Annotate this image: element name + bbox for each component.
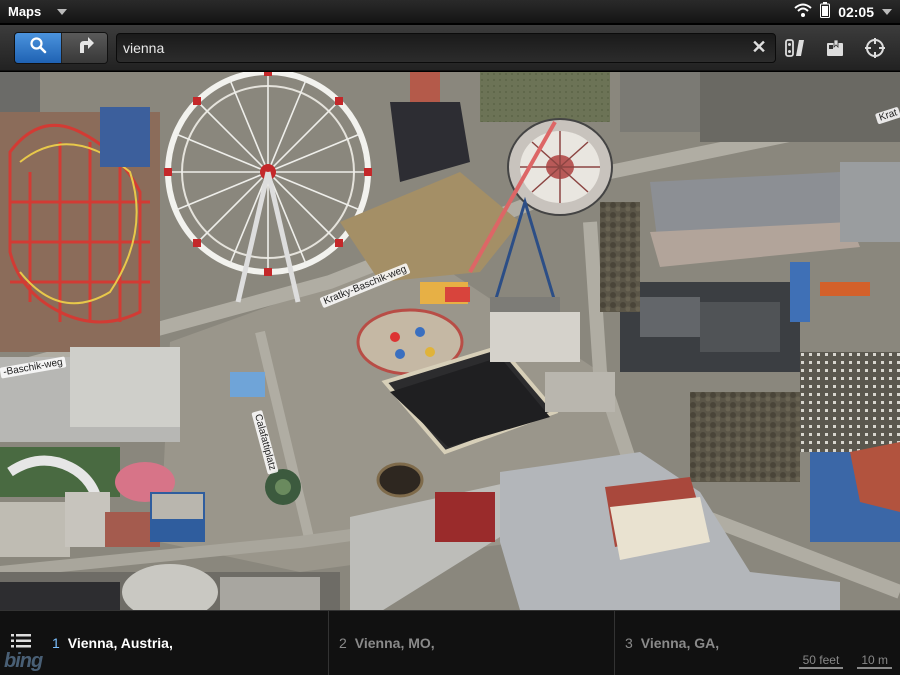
- system-status[interactable]: 02:05: [794, 2, 892, 21]
- result-number: 3: [625, 635, 633, 651]
- aerial-imagery: [0, 72, 900, 610]
- result-item[interactable]: 2 Vienna, MO,: [328, 610, 614, 675]
- chevron-down-icon: [57, 8, 68, 15]
- traffic-icon[interactable]: [784, 37, 806, 59]
- directions-icon: [75, 35, 95, 60]
- bing-logo: bing: [4, 650, 43, 672]
- app-menu[interactable]: Maps: [8, 4, 68, 19]
- app-name: Maps: [8, 4, 42, 19]
- chevron-down-icon: [882, 8, 892, 15]
- battery-icon: [820, 2, 831, 21]
- map-scale: 50 feet 10 m: [798, 653, 892, 669]
- search-results-bar: 1 Vienna, Austria, 2 Vienna, MO, 3 Vienn…: [0, 610, 900, 675]
- result-item[interactable]: 1 Vienna, Austria,: [42, 611, 328, 675]
- scale-meters: 10 m: [857, 653, 892, 669]
- scale-feet: 50 feet: [798, 653, 844, 669]
- map-view[interactable]: Kratky-Baschik-weg -Baschik-weg Calafatt…: [0, 72, 900, 610]
- toolbar: ✕: [0, 25, 900, 71]
- toolbar-actions: [784, 37, 886, 59]
- clock: 02:05: [838, 3, 874, 20]
- result-number: 2: [339, 635, 347, 651]
- map-layers-icon[interactable]: [824, 37, 846, 59]
- clear-icon[interactable]: ✕: [749, 37, 769, 58]
- wifi-icon: [794, 3, 812, 20]
- search-icon: [29, 36, 47, 59]
- mode-toggle: [14, 31, 108, 64]
- search-field[interactable]: ✕: [116, 32, 776, 63]
- status-bar: Maps 02:05: [0, 0, 900, 24]
- search-mode-button[interactable]: [15, 32, 61, 63]
- directions-mode-button[interactable]: [61, 32, 107, 63]
- result-number: 1: [52, 635, 60, 651]
- locate-me-icon[interactable]: [864, 37, 886, 59]
- search-input[interactable]: [123, 39, 749, 56]
- result-label: Vienna, Austria,: [67, 635, 173, 651]
- result-label: Vienna, GA,: [640, 635, 720, 651]
- result-label: Vienna, MO,: [354, 635, 435, 651]
